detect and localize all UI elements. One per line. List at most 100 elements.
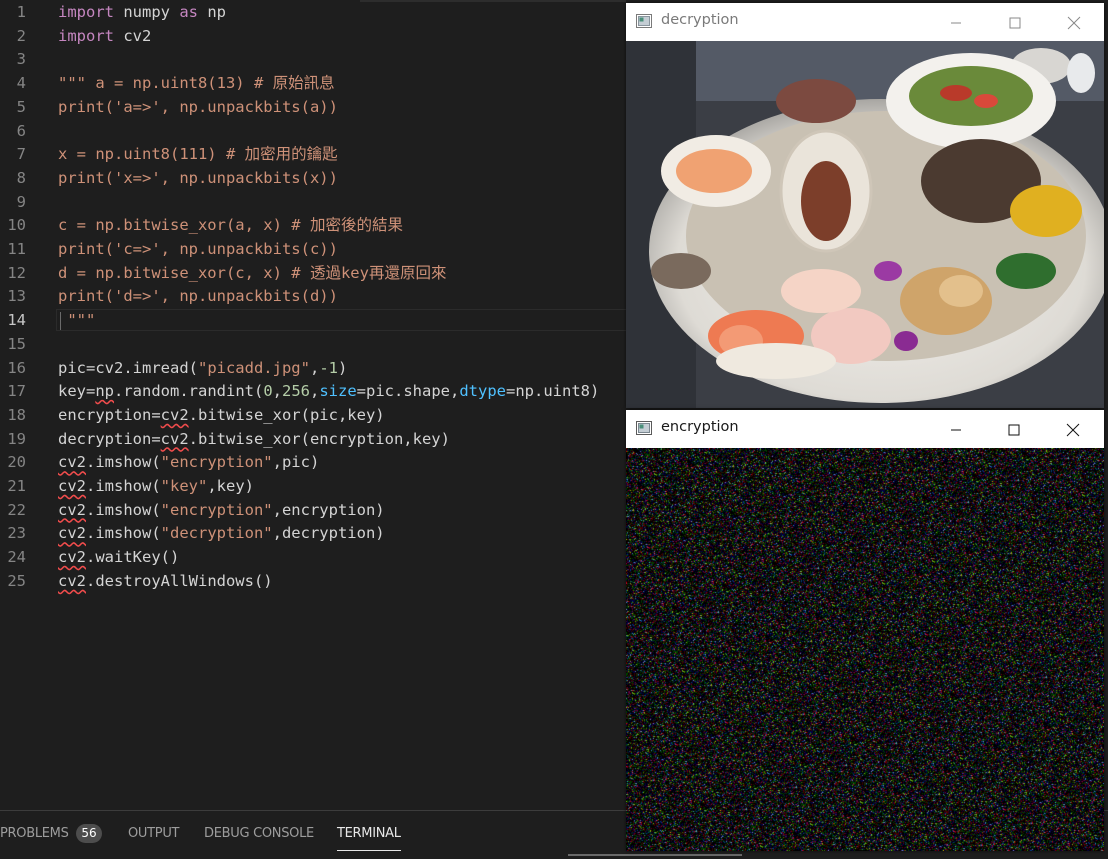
code-token: cv2.imshow( [58,524,161,543]
code-token: ,pic) [272,453,320,472]
code-text: print('c=>', np.unpackbits(c)) [58,238,338,262]
code-text: """ a = np.uint8(13) # 原始訊息 [58,72,335,96]
window-title: encryption [661,419,739,435]
code-token: cv2 [114,26,152,45]
code-text: pic=cv2.imread("picadd.jpg",-1) [58,357,347,381]
code-token: "decryption" [160,524,273,543]
line-number: 7 [16,145,26,164]
code-token: import [58,3,114,21]
minimize-icon[interactable] [946,420,966,440]
code-token: np [198,3,226,21]
line-number: 16 [7,358,26,377]
error-squiggle: cv2 [58,477,86,495]
code-token: cv2.waitKey() [58,548,180,567]
encryption-window[interactable]: encryption [626,410,1104,851]
line-number: 5 [16,97,26,116]
window-titlebar[interactable]: encryption [626,410,1104,448]
code-token: cv2.destroyAllWindows() [58,571,273,590]
decryption-window[interactable]: decryption [626,3,1104,408]
line-number: 25 [7,571,26,590]
code-token: ,decryption) [272,524,385,543]
code-token: x = np.uint8(111) # 加密用的鑰匙 [58,145,338,164]
line-number: 15 [7,334,26,353]
code-text: print('d=>', np.unpackbits(d)) [58,285,338,309]
maximize-icon[interactable] [1004,420,1024,440]
code-token: as [179,3,198,21]
code-text: import numpy as np [58,1,226,25]
code-text: cv2.imshow("encryption",encryption) [58,499,385,523]
line-number: 24 [7,548,26,567]
line-number: 21 [7,477,26,495]
code-text: import cv2 [58,25,151,49]
close-icon[interactable] [1064,13,1084,33]
code-token: cv2.imshow( [58,500,161,519]
tab-problems[interactable]: PROBLEMS [0,826,69,841]
code-text: cv2.destroyAllWindows() [58,570,273,594]
code-text: print('x=>', np.unpackbits(x)) [58,167,338,191]
code-token: numpy [114,3,180,21]
problems-count-badge: 56 [76,824,102,843]
error-squiggle: cv2 [58,453,86,472]
code-text: d = np.bitwise_xor(c, x) # 透過key再還原回來 [58,262,446,286]
code-token: ,key) [207,477,254,495]
line-number: 1 [16,3,26,21]
code-text: c = np.bitwise_xor(a, x) # 加密後的結果 [58,214,403,238]
code-text: print('a=>', np.unpackbits(a)) [58,96,338,120]
line-number: 8 [16,168,26,187]
code-token: c = np.bitwise_xor(a, x) # 加密後的結果 [58,216,403,235]
error-squiggle: cv2 [58,548,86,567]
line-number: 22 [7,500,26,519]
code-token: cv2.imshow( [58,453,161,472]
code-token: , [310,382,320,401]
code-token: dtype [459,382,506,401]
code-token: "encryption" [160,453,273,472]
error-squiggle: cv2 [58,500,86,519]
code-token: =pic.shape, [356,382,460,401]
code-token: encryption=cv2.bitwise_xor(pic,key) [58,405,385,424]
error-squiggle: cv2 [160,429,189,448]
code-token: ) [337,358,348,377]
code-token: """ a = np.uint8(13) # 原始訊息 [58,74,335,93]
line-number: 2 [16,26,26,45]
maximize-icon[interactable] [1005,13,1025,33]
error-squiggle: np [95,382,114,401]
code-token: print('x=>', np.unpackbits(x)) [58,168,338,187]
code-text: encryption=cv2.bitwise_xor(pic,key) [58,404,385,428]
code-token: "picadd.jpg" [197,358,310,377]
code-token: -1 [319,358,338,377]
code-token: "encryption" [160,500,273,519]
code-token: , [309,358,320,377]
line-number: 17 [7,382,26,401]
code-token: d = np.bitwise_xor(c, x) # 透過key再還原回來 [58,263,447,282]
code-text: cv2.imshow("encryption",pic) [58,451,319,475]
code-token: print('c=>', np.unpackbits(c)) [58,240,338,258]
minimize-icon[interactable] [946,13,966,33]
error-squiggle: cv2 [160,405,189,424]
code-token: 256 [282,382,310,401]
line-number: 4 [16,74,26,93]
code-token: 0 [263,382,273,401]
close-icon[interactable] [1063,420,1083,440]
code-token: size [319,382,357,401]
code-text: key=np.random.randint(0,256,size=pic.sha… [58,380,599,404]
code-token: =np.uint8) [506,382,600,401]
tab-debug-console[interactable]: DEBUG CONSOLE [204,826,314,841]
window-titlebar[interactable]: decryption [626,3,1104,41]
line-number: 12 [7,263,26,282]
window-title: decryption [661,12,739,28]
tab-output[interactable]: OUTPUT [128,826,179,841]
code-token: print('d=>', np.unpackbits(d)) [58,287,338,306]
code-text: cv2.waitKey() [58,546,179,570]
code-token: print('a=>', np.unpackbits(a)) [58,97,338,116]
code-text: """ [58,309,95,333]
decrypted-image [626,41,1104,408]
line-number: 6 [16,121,26,140]
code-token: key=np.random.randint( [58,382,264,401]
code-token: cv2.imshow( [58,477,161,495]
line-number: 11 [7,240,26,258]
line-number: 3 [16,50,26,69]
code-token: """ [58,311,96,330]
code-token: ,encryption) [272,500,385,519]
encrypted-noise-image [626,448,1104,851]
tab-terminal[interactable]: TERMINAL [337,826,401,841]
